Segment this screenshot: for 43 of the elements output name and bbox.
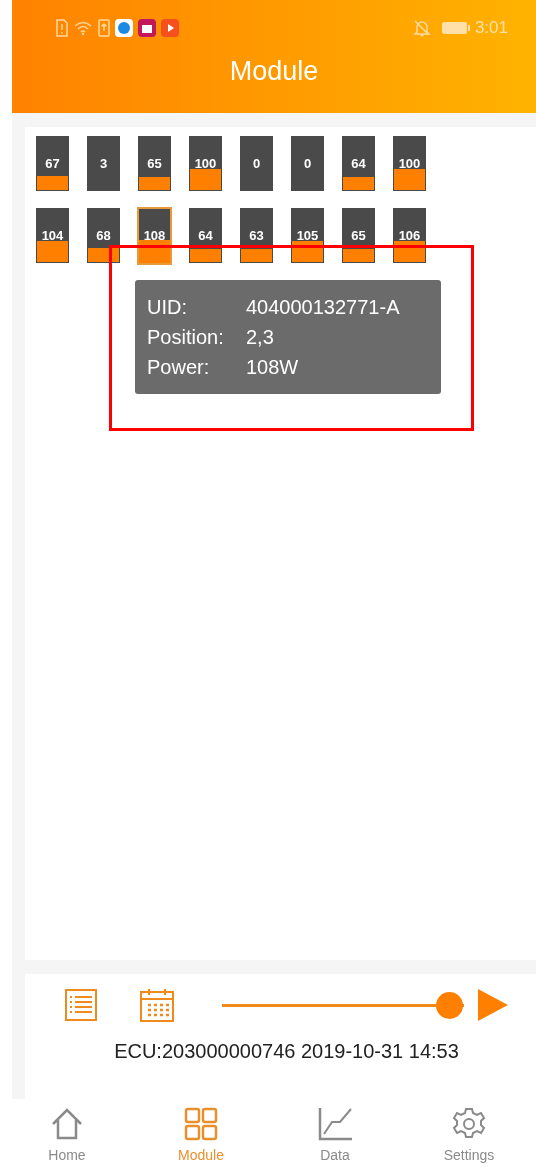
grid-icon [183,1107,219,1141]
clock-time: 3:01 [474,16,508,39]
solar-module-tile[interactable]: 100 [189,136,222,191]
solar-module-tile[interactable]: 0 [291,136,324,191]
info-label: Power: [147,355,211,380]
battery-icon [440,20,471,35]
info-label: Position: [147,325,225,350]
solar-module-tile[interactable]: 100 [393,136,426,191]
nav-tab[interactable]: Data [268,1099,402,1167]
nav-tab[interactable]: Home [0,1099,134,1167]
line-chart-icon [317,1107,353,1141]
bell-muted-icon [412,18,431,37]
slider-thumb[interactable] [436,991,464,1019]
info-value: 2,3 [246,325,274,350]
solar-module-tile[interactable]: 108 [137,207,172,265]
solar-module-tile[interactable]: 105 [291,208,324,263]
store-app-icon [138,18,156,37]
solar-module-tile[interactable]: 106 [393,208,426,263]
info-value: 404000132771-A [246,295,400,320]
wifi-icon [73,19,93,36]
video-app-icon [161,18,179,37]
solar-module-tile[interactable]: 67 [36,136,69,191]
nav-tab[interactable]: Settings [402,1099,536,1167]
solar-module-tile[interactable]: 64 [342,136,375,191]
phone-upload-icon [98,18,110,37]
solar-module-tile[interactable]: 65 [342,208,375,263]
solar-module-tile[interactable]: 104 [36,208,69,263]
solar-module-tile[interactable]: 65 [138,136,171,191]
browser-app-icon [115,18,133,37]
solar-module-tile[interactable]: 64 [189,208,222,263]
info-label: UID: [147,295,188,320]
solar-module-tile[interactable]: 68 [87,208,120,263]
calendar-icon[interactable] [140,988,174,1022]
settings-icon [451,1107,487,1141]
page-title: Module [228,55,320,88]
info-value: 108W [246,355,299,380]
solar-module-tile[interactable]: 63 [240,208,273,263]
solar-module-tile[interactable]: 3 [87,136,120,191]
solar-module-tile[interactable]: 0 [240,136,273,191]
play-icon[interactable] [478,989,508,1021]
ecu-timestamp: ECU:203000000746 2019-10-31 14:53 [113,1039,460,1064]
sim-alert-icon [56,18,68,37]
list-icon[interactable] [65,989,97,1021]
